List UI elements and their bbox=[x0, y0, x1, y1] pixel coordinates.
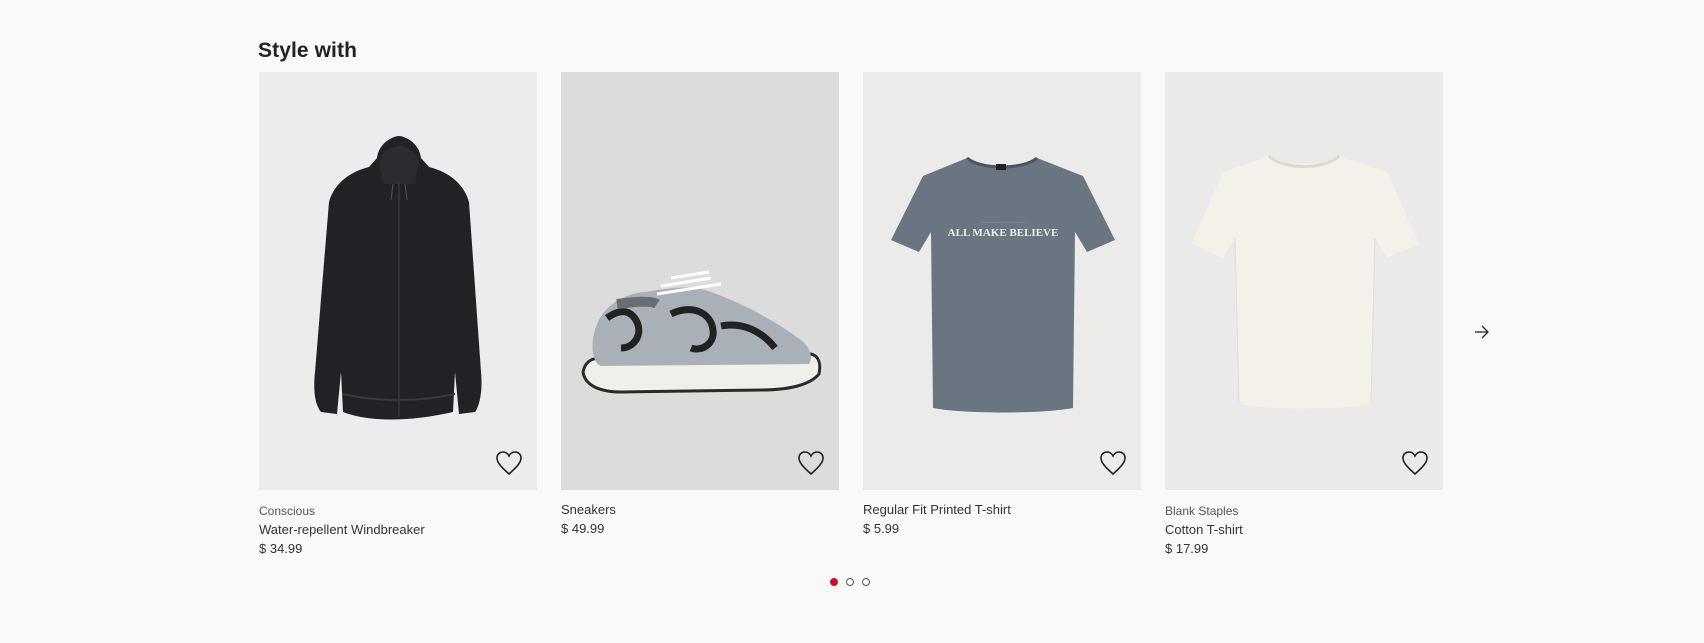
product-card-windbreaker[interactable]: Conscious Water-repellent Windbreaker $ … bbox=[259, 72, 537, 558]
product-brand: Conscious bbox=[259, 504, 316, 518]
product-price: $ 49.99 bbox=[561, 521, 605, 536]
printed-tshirt-image: ALL MAKE BELIEVE ~~~~~~~~~~~~ bbox=[891, 156, 1115, 413]
product-card-printed-tshirt[interactable]: ALL MAKE BELIEVE ~~~~~~~~~~~~ Regular Fi… bbox=[863, 72, 1141, 538]
heart-outline-icon[interactable] bbox=[1401, 450, 1429, 476]
product-image-printed-tshirt[interactable]: ALL MAKE BELIEVE ~~~~~~~~~~~~ bbox=[863, 72, 1141, 490]
product-name[interactable]: Regular Fit Printed T-shirt bbox=[863, 501, 1141, 519]
product-image-sneakers[interactable] bbox=[561, 72, 839, 490]
windbreaker-jacket-image bbox=[314, 136, 482, 420]
svg-text:~~~~~~~~~~~~: ~~~~~~~~~~~~ bbox=[980, 219, 1026, 227]
cotton-tshirt-image bbox=[1191, 154, 1419, 409]
heart-outline-icon[interactable] bbox=[495, 450, 523, 476]
product-image-windbreaker[interactable] bbox=[259, 72, 537, 490]
pagination-dot-3[interactable] bbox=[862, 578, 870, 586]
heart-outline-icon[interactable] bbox=[1099, 450, 1127, 476]
product-price: $ 17.99 bbox=[1165, 541, 1209, 556]
pagination-dot-1[interactable] bbox=[830, 578, 838, 586]
product-name[interactable]: Sneakers bbox=[561, 501, 839, 519]
product-card-cotton-tshirt[interactable]: Blank Staples Cotton T-shirt $ 17.99 bbox=[1165, 72, 1443, 558]
product-card-sneakers[interactable]: Sneakers $ 49.99 bbox=[561, 72, 839, 538]
product-price: $ 34.99 bbox=[259, 541, 303, 556]
style-with-section: Style with Conscious Water-repellent Win… bbox=[0, 0, 1704, 643]
section-title: Style with bbox=[258, 39, 358, 62]
product-image-cotton-tshirt[interactable] bbox=[1165, 72, 1443, 490]
sneaker-image bbox=[581, 270, 822, 394]
heart-outline-icon[interactable] bbox=[797, 450, 825, 476]
product-brand: Blank Staples bbox=[1165, 504, 1239, 518]
pagination-dot-2[interactable] bbox=[846, 578, 854, 586]
product-price: $ 5.99 bbox=[863, 521, 900, 536]
product-name[interactable]: Cotton T-shirt bbox=[1165, 521, 1443, 539]
product-name[interactable]: Water-repellent Windbreaker bbox=[259, 521, 537, 539]
tshirt-print-text: ALL MAKE BELIEVE bbox=[948, 227, 1059, 239]
arrow-right-icon[interactable] bbox=[1472, 322, 1492, 342]
